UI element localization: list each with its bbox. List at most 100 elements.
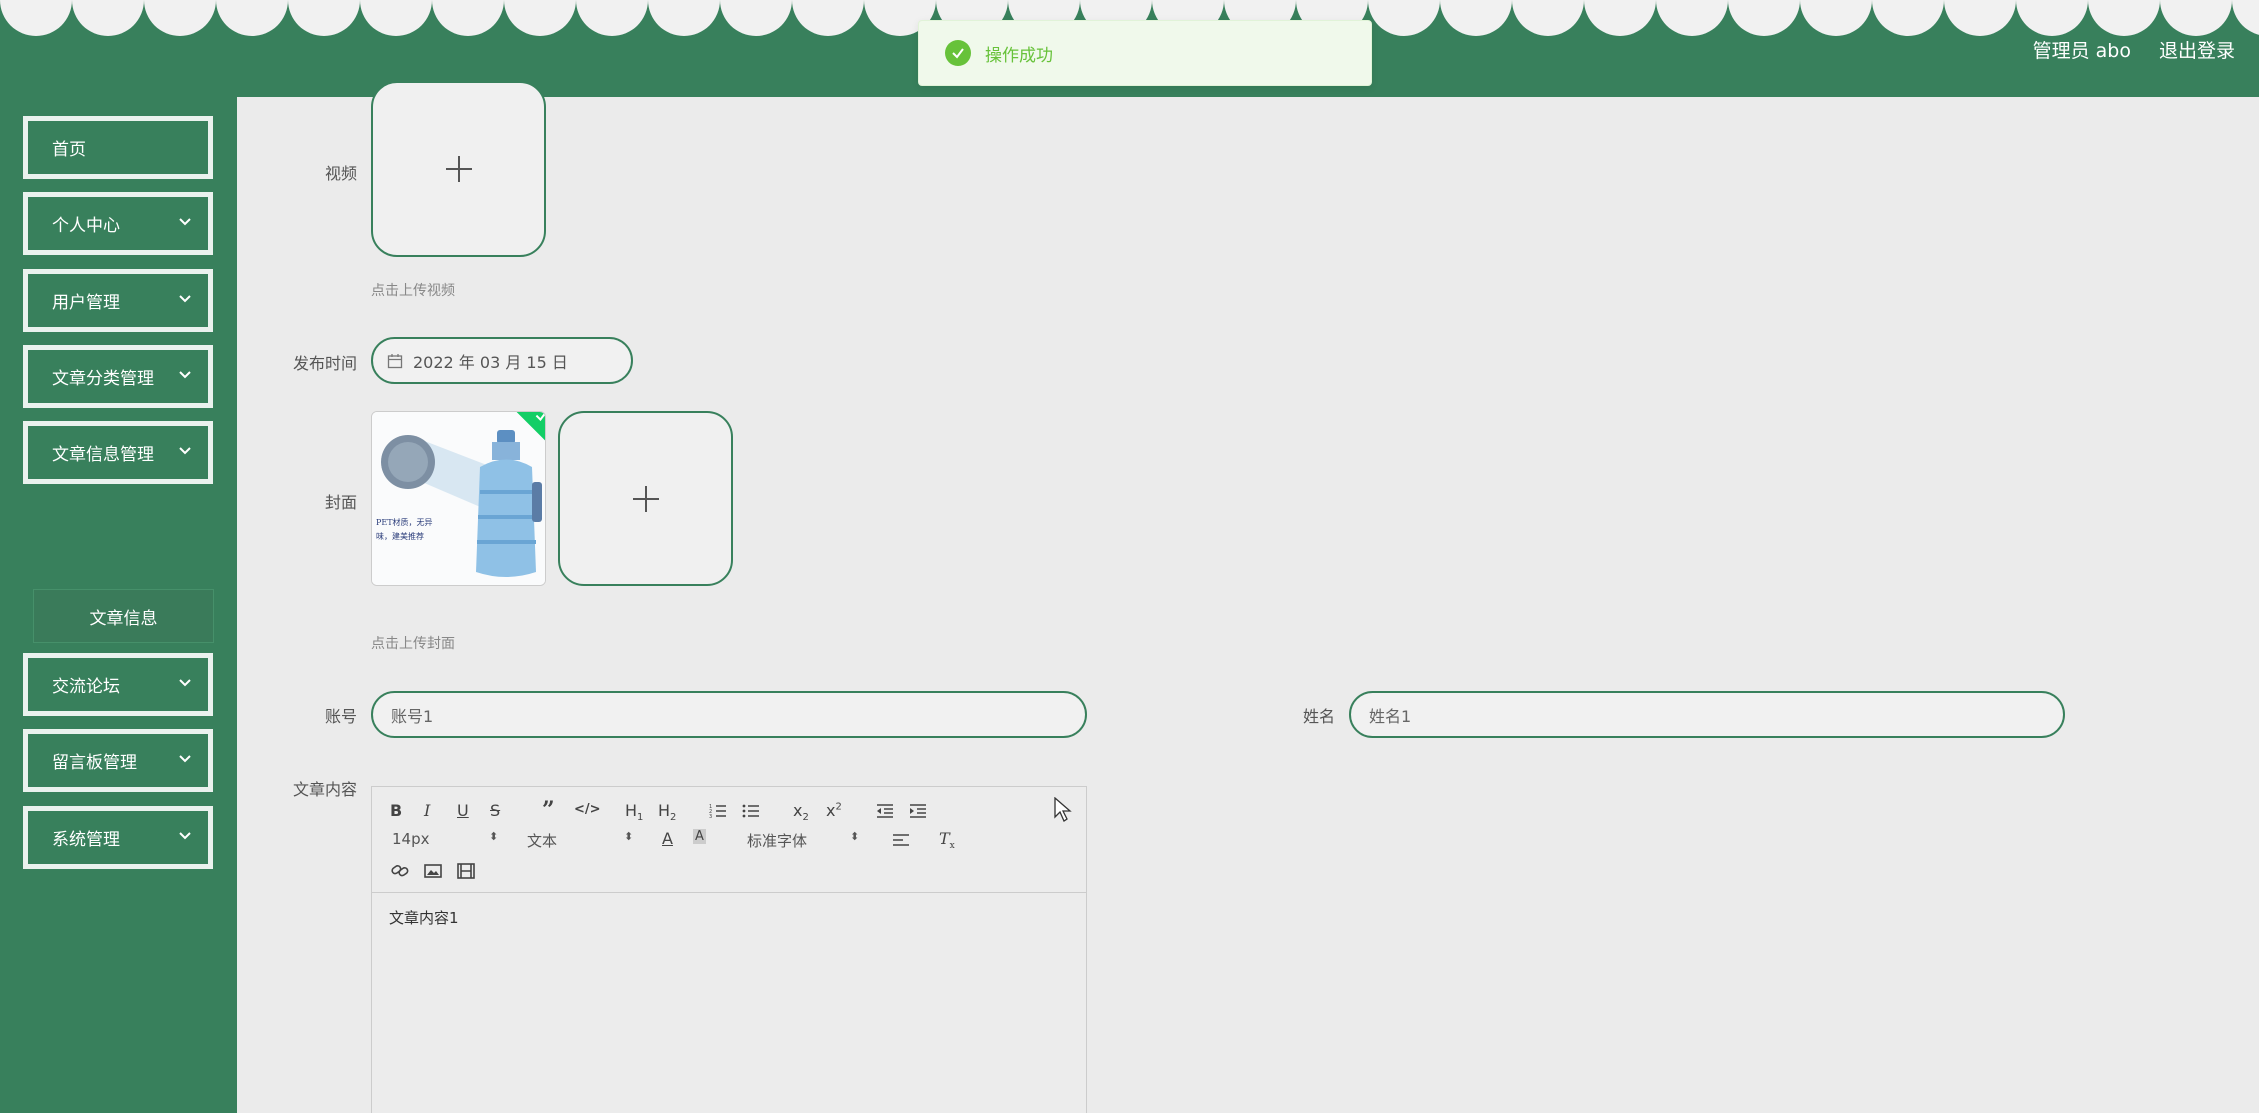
block-type-select[interactable]: 文本 ⬍ (527, 830, 633, 851)
sidebar-item-label: 系统管理 (52, 830, 120, 850)
bold-icon[interactable]: B (390, 801, 402, 820)
chevron-down-icon (179, 218, 191, 226)
scallop-shape (2232, 0, 2259, 36)
sidebar-item-system[interactable]: 系统管理 (23, 806, 213, 869)
strikethrough-icon[interactable]: S (490, 801, 500, 820)
italic-icon[interactable]: I (424, 801, 430, 820)
scallop-shape (792, 0, 864, 36)
superscript-icon[interactable]: x2 (826, 801, 842, 820)
calendar-icon (387, 353, 403, 368)
clear-format-icon[interactable]: Tx (939, 829, 955, 851)
sidebar-item-article-category[interactable]: 文章分类管理 (23, 345, 213, 408)
cover-upload-hint: 点击上传封面 (371, 636, 455, 652)
sidebar-item-home[interactable]: 首页 (23, 116, 213, 179)
scallop-shape (2088, 0, 2160, 36)
cover-upload-button[interactable] (558, 411, 733, 586)
image-icon[interactable] (424, 863, 442, 879)
editor-content-area[interactable]: 文章内容1 (372, 893, 1086, 942)
scallop-shape (648, 0, 720, 36)
font-family-value: 标准字体 (747, 832, 808, 850)
video-upload-button[interactable] (371, 81, 546, 257)
header2-icon[interactable]: H2 (658, 801, 676, 823)
publish-time-label: 发布时间 (292, 354, 357, 373)
ordered-list-icon[interactable]: 123 (709, 803, 727, 819)
success-toast: 操作成功 (918, 20, 1372, 86)
scallop-shape (576, 0, 648, 36)
header-user-area: 管理员 abo 退出登录 (2033, 36, 2235, 63)
video-icon[interactable] (457, 863, 475, 879)
publish-time-value: 2022 年 03 月 15 日 (413, 352, 568, 372)
plus-icon (445, 156, 472, 182)
account-label: 账号 (324, 707, 357, 726)
scallop-shape (360, 0, 432, 36)
scallop-shape (2016, 0, 2088, 36)
admin-username: 管理员 abo (2032, 40, 2131, 62)
sidebar-item-label: 交流论坛 (52, 677, 120, 697)
scallop-shape (1368, 0, 1440, 36)
text-color-icon[interactable]: A (662, 829, 673, 848)
publish-time-picker[interactable]: 2022 年 03 月 15 日 (371, 337, 633, 384)
chevron-down-icon (179, 679, 191, 687)
subscript-icon[interactable]: x2 (793, 801, 809, 823)
sidebar-item-article-info[interactable]: 文章信息管理 (23, 421, 213, 484)
account-value: 账号1 (391, 706, 434, 726)
name-input[interactable]: 姓名1 (1349, 691, 2065, 738)
chevron-down-icon (179, 371, 191, 379)
background-color-icon[interactable]: A (693, 829, 706, 844)
sidebar-item-label: 文章信息管理 (52, 445, 154, 465)
code-block-icon[interactable]: </> (574, 802, 601, 817)
block-type-value: 文本 (527, 832, 558, 850)
scallop-shape (432, 0, 504, 36)
check-circle-icon (945, 40, 971, 66)
font-size-value: 14px (392, 830, 430, 848)
link-icon[interactable] (391, 863, 409, 879)
scallop-shape (72, 0, 144, 36)
toast-message: 操作成功 (985, 45, 1053, 66)
chevron-down-icon (179, 755, 191, 763)
water-bottle-image (372, 412, 545, 585)
logout-button[interactable]: 退出登录 (2159, 36, 2235, 63)
editor-content-text: 文章内容1 (389, 909, 459, 927)
sidebar-item-label: 首页 (52, 140, 86, 160)
indent-icon[interactable] (909, 803, 927, 819)
mouse-cursor-icon (1054, 797, 1072, 822)
article-form: 视频 点击上传视频 发布时间 2022 年 03 月 15 日 封面 PET材质… (237, 81, 2259, 1113)
sidebar-item-user-management[interactable]: 用户管理 (23, 269, 213, 332)
outdent-icon[interactable] (876, 803, 894, 819)
name-value: 姓名1 (1369, 706, 1412, 726)
svg-text:3: 3 (709, 814, 712, 819)
editor-toolbar: B I U S ” </> H1 H2 123 x2 x2 14px ⬍ 文本 … (372, 787, 1086, 893)
scallop-shape (1728, 0, 1800, 36)
select-arrows-icon: ⬍ (624, 830, 634, 843)
font-size-select[interactable]: 14px ⬍ (392, 830, 498, 848)
scallop-shape (144, 0, 216, 36)
sidebar-item-label: 留言板管理 (52, 753, 137, 773)
scallop-shape (1512, 0, 1584, 36)
scallop-shape (1656, 0, 1728, 36)
rich-text-editor: B I U S ” </> H1 H2 123 x2 x2 14px ⬍ 文本 … (371, 786, 1087, 1113)
sidebar-item-message-board[interactable]: 留言板管理 (23, 729, 213, 792)
select-arrows-icon: ⬍ (489, 830, 499, 843)
submenu-article-info[interactable]: 文章信息 (33, 589, 214, 643)
sidebar-item-forum[interactable]: 交流论坛 (23, 653, 213, 716)
name-label: 姓名 (1302, 707, 1335, 726)
scallop-shape (504, 0, 576, 36)
video-label: 视频 (324, 164, 357, 183)
header1-icon[interactable]: H1 (625, 801, 643, 823)
bullet-list-icon[interactable] (742, 803, 760, 819)
chevron-down-icon (179, 295, 191, 303)
blockquote-icon[interactable]: ” (542, 797, 555, 823)
sidebar-item-personal-center[interactable]: 个人中心 (23, 192, 213, 255)
plus-icon (632, 485, 659, 512)
account-input[interactable]: 账号1 (371, 691, 1087, 738)
scallop-shape (1584, 0, 1656, 36)
underline-icon[interactable]: U (457, 801, 469, 820)
font-family-select[interactable]: 标准字体 ⬍ (747, 830, 859, 851)
align-icon[interactable] (892, 833, 910, 847)
cover-label: 封面 (324, 493, 357, 512)
submenu-label: 文章信息 (89, 608, 158, 629)
cover-thumbnail[interactable]: PET材质，无异味，建美推荐 (371, 411, 546, 586)
scallop-shape (2160, 0, 2232, 36)
sidebar-item-label: 文章分类管理 (52, 369, 154, 389)
scallop-shape (216, 0, 288, 36)
